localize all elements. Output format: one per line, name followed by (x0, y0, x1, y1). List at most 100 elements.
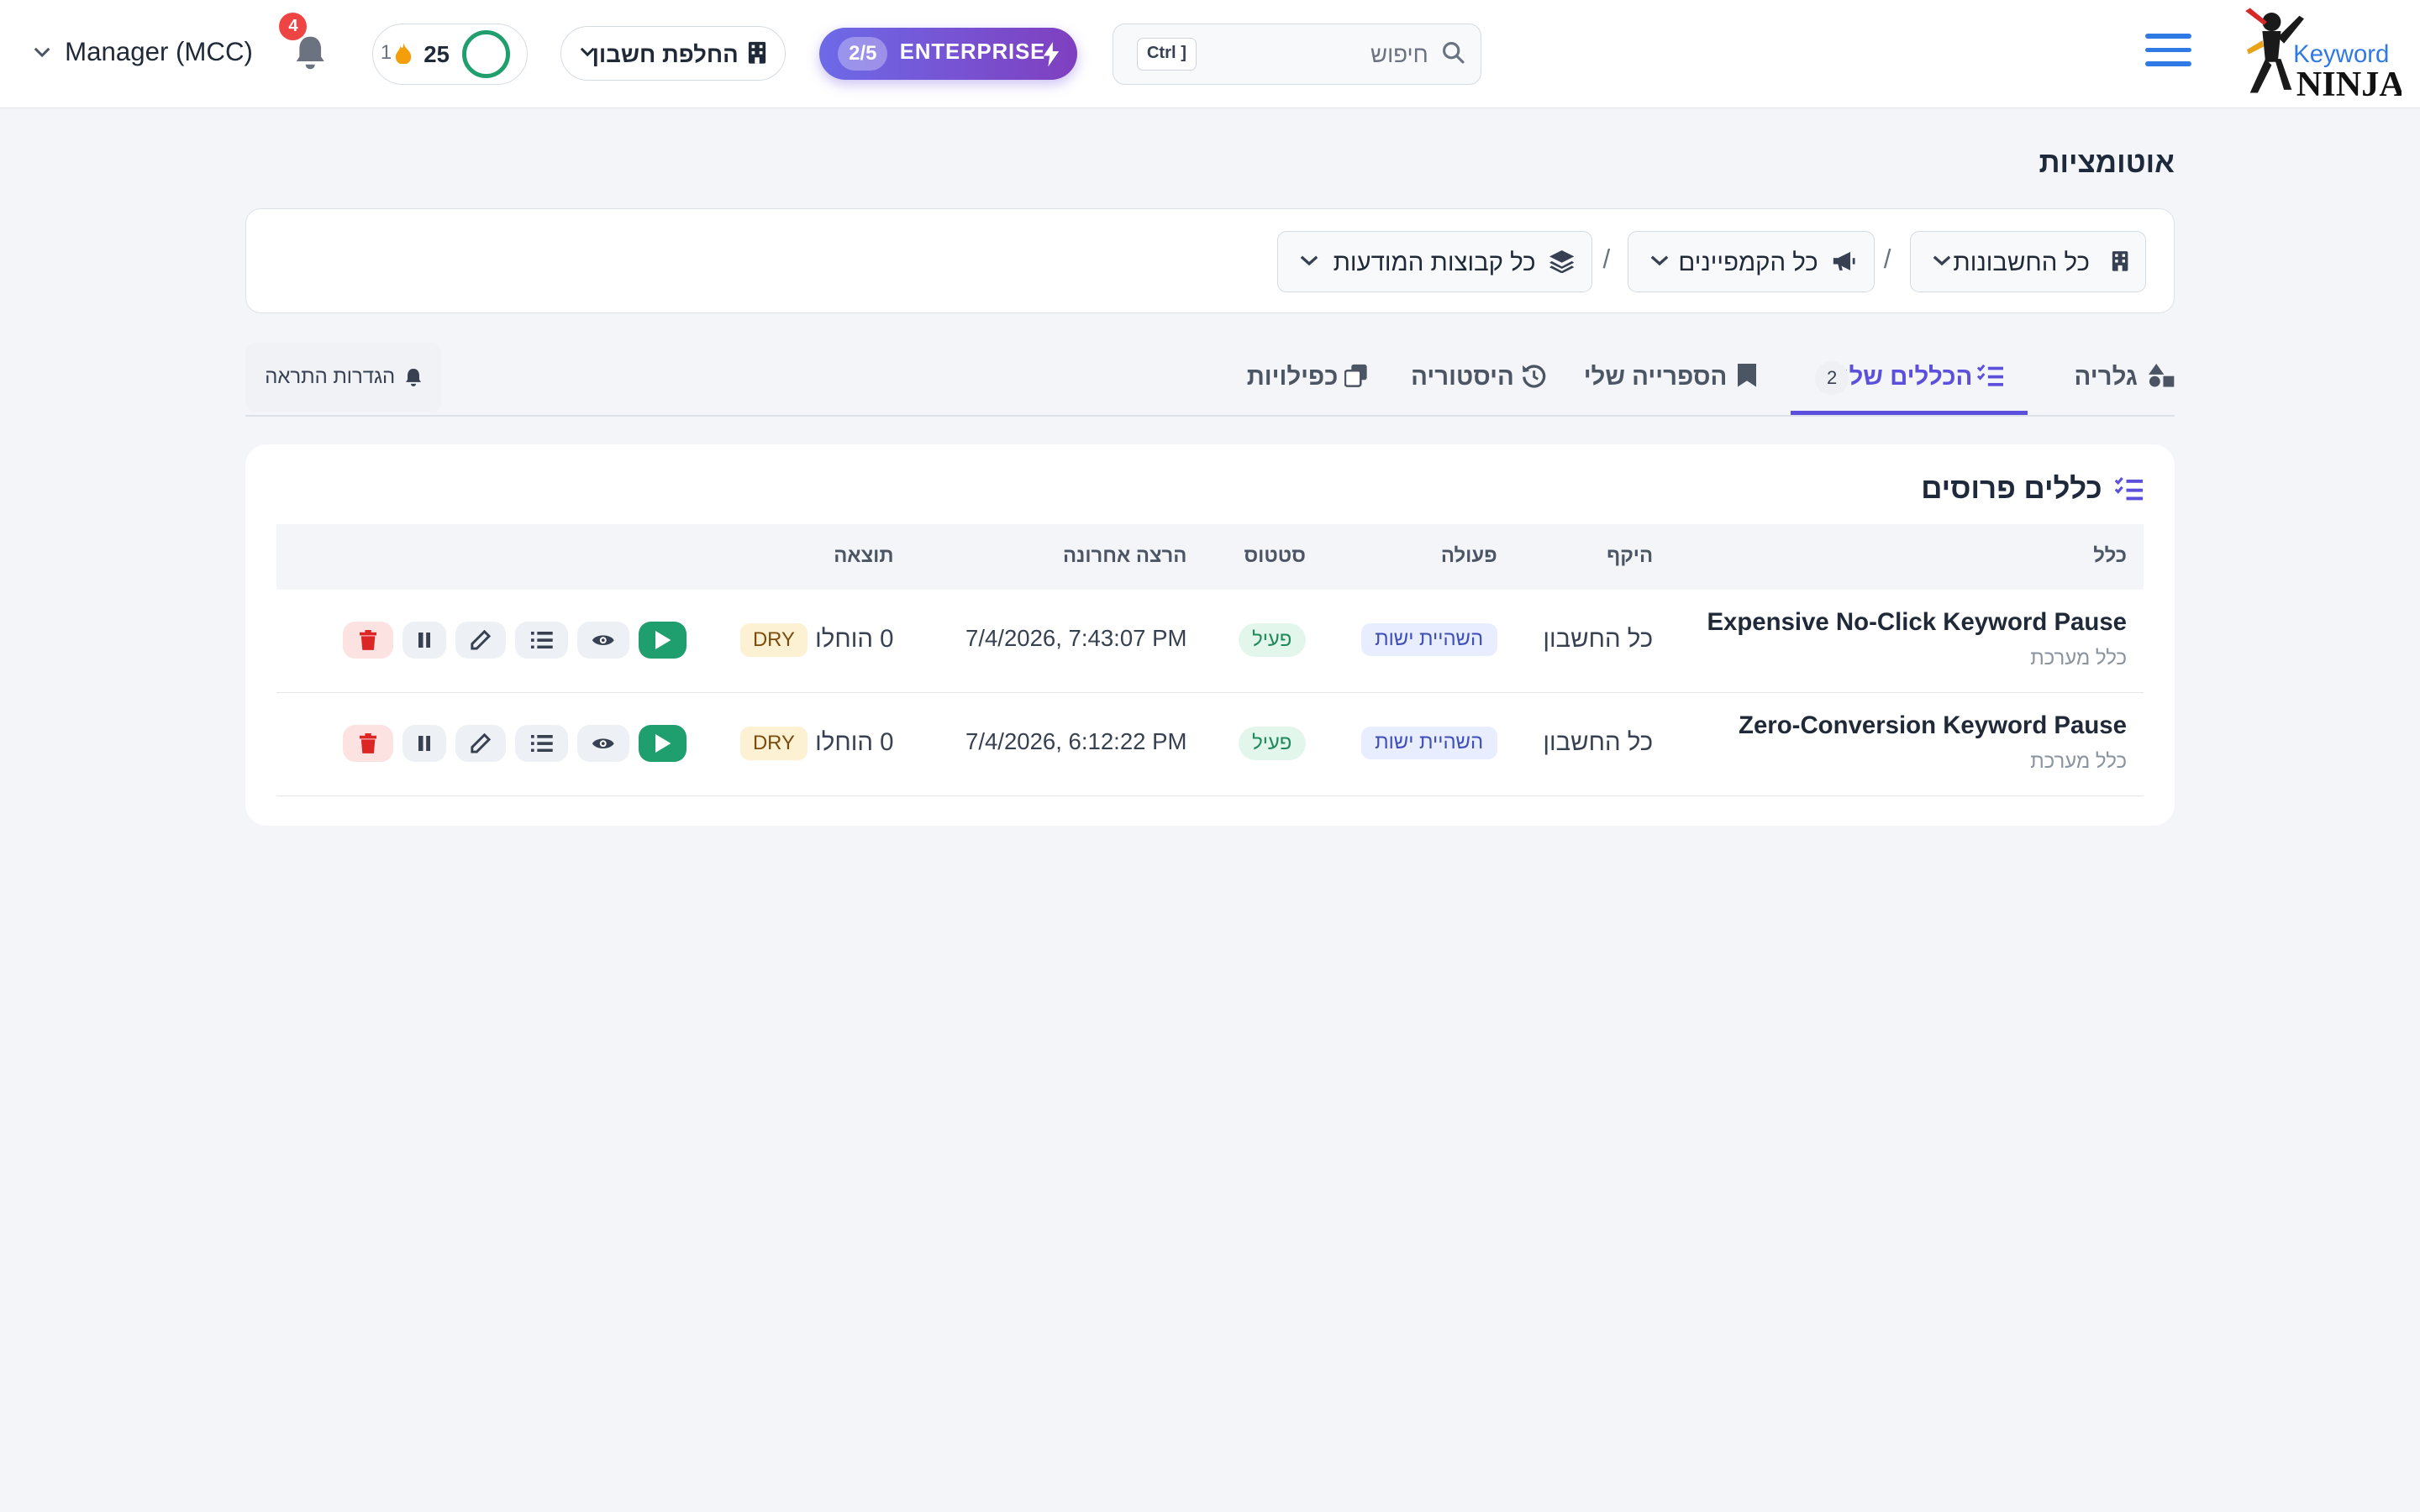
tab-label: היסטוריה (1411, 362, 1514, 391)
ninja-logo-icon: Keyword NINJA (2245, 8, 2406, 104)
rule-log-button[interactable] (515, 622, 568, 659)
bell-icon (406, 369, 422, 387)
rule-scope: כל החשבון (1543, 727, 1654, 756)
megaphone-icon (1833, 251, 1855, 270)
pencil-icon (471, 630, 492, 650)
streak-points: 25 (424, 40, 450, 67)
bookmark-icon (1738, 364, 1757, 387)
flame-icon (396, 42, 412, 65)
ad-groups-dropdown[interactable]: כל קבוצות המודעות (1276, 230, 1592, 293)
menu-toggle-button[interactable] (2141, 28, 2196, 80)
column-header-rule: כלל (2093, 544, 2127, 568)
column-header-scope: היקף (1607, 544, 1654, 568)
tab-label: הספרייה שלי (1583, 362, 1728, 391)
tab-label: כפילויות (1246, 362, 1339, 391)
play-icon (655, 734, 671, 753)
chevron-down-icon (1933, 255, 1951, 266)
dry-run-badge: DRY (740, 623, 808, 658)
trash-icon (359, 733, 377, 754)
column-header-action: פעולה (1440, 544, 1497, 568)
delete-rule-button[interactable] (342, 725, 394, 763)
list-icon (530, 735, 553, 753)
pause-rule-button[interactable] (402, 725, 446, 763)
accounts-dropdown[interactable]: כל החשבונות (1910, 230, 2147, 293)
rule-name[interactable]: Zero-Conversion Keyword Pause (1739, 711, 2127, 740)
preview-rule-button[interactable] (576, 622, 630, 659)
chevron-down-icon (580, 47, 595, 57)
card-title: כללים פרוסים (1921, 472, 2144, 506)
tab-label: גלריה (2074, 362, 2138, 391)
plan-badge[interactable]: 2/5 ENTERPRISE (819, 28, 1078, 81)
eye-icon (592, 738, 615, 749)
dry-run-badge: DRY (740, 727, 808, 761)
card-title-text: כללים פרוסים (1921, 472, 2102, 506)
pause-rule-button[interactable] (402, 622, 446, 659)
tab-gallery[interactable]: גלריה (2048, 345, 2175, 415)
rule-status-badge: פעיל (1238, 727, 1306, 761)
alert-settings-button[interactable]: הגדרות התראה (245, 342, 442, 412)
list-icon (530, 632, 553, 649)
delete-rule-button[interactable] (342, 622, 394, 659)
campaigns-dropdown[interactable]: כל הקמפיינים (1627, 230, 1875, 293)
rule-name[interactable]: Expensive No-Click Keyword Pause (1707, 608, 2127, 637)
shapes-icon (2148, 364, 2175, 387)
campaigns-dropdown-label: כל הקמפיינים (1678, 248, 1818, 276)
filter-separator: / (1883, 244, 1891, 275)
list-check-icon (2114, 477, 2144, 501)
switch-account-button[interactable]: החלפת חשבון (560, 26, 786, 81)
run-rule-button[interactable] (639, 725, 687, 763)
copy-icon (1344, 365, 1367, 387)
rule-type: כלל מערכת (2030, 749, 2127, 773)
search-icon (1443, 41, 1465, 64)
chevron-down-icon (34, 47, 50, 58)
table-row: Expensive No-Click Keyword Pause כלל מער… (276, 590, 2144, 693)
edit-rule-button[interactable] (455, 725, 507, 763)
tab-duplicates[interactable]: כפילויות (1247, 345, 1367, 415)
pause-icon (418, 633, 431, 648)
building-icon (2112, 250, 2128, 271)
filter-separator: / (1602, 244, 1611, 275)
pause-icon (418, 736, 431, 752)
plan-label: ENTERPRISE (899, 39, 1046, 64)
rule-scope: כל החשבון (1543, 624, 1654, 653)
top-header: Keyword NINJA חיפוש Ctrl ] 2/5 ENTERPRIS… (0, 0, 2420, 108)
page-title: אוטומציות (2039, 146, 2175, 180)
accounts-dropdown-label: כל החשבונות (1953, 248, 2090, 276)
column-header-status: סטטוס (1244, 544, 1306, 568)
list-check-icon (1976, 365, 2004, 387)
pencil-icon (471, 733, 492, 753)
table-header: כלל היקף פעולה סטטוס הרצה אחרונה תוצאה (276, 524, 2144, 590)
switch-account-label: החלפת חשבון (592, 40, 739, 67)
trash-icon (359, 630, 377, 651)
chevron-down-icon (1300, 255, 1318, 266)
tab-my-library[interactable]: הספרייה שלי (1584, 345, 1757, 415)
alert-settings-label: הגדרות התראה (265, 365, 396, 389)
search-shortcut: Ctrl ] (1136, 38, 1197, 71)
edit-rule-button[interactable] (455, 622, 507, 659)
tab-history[interactable]: היסטוריה (1411, 345, 1546, 415)
rule-action-badge: השהיית ישות (1360, 727, 1497, 759)
logo[interactable]: Keyword NINJA (2238, 3, 2406, 104)
account-menu[interactable]: Manager (MCC) (34, 34, 253, 71)
rule-log-button[interactable] (515, 725, 568, 763)
streak-widget[interactable]: 1 25 (371, 23, 529, 86)
search-placeholder: חיפוש (1370, 40, 1428, 67)
table-row: Zero-Conversion Keyword Pause כלל מערכת … (276, 693, 2144, 796)
app-root: Keyword NINJA חיפוש Ctrl ] 2/5 ENTERPRIS… (0, 0, 2420, 1512)
column-header-result: תוצאה (834, 544, 894, 568)
rule-type: כלל מערכת (2030, 646, 2127, 669)
tab-my-rules[interactable]: הכללים שלי 2 (1790, 345, 2028, 416)
streak-secondary: 1 (380, 40, 392, 64)
bell-icon[interactable] (293, 34, 327, 71)
building-icon (748, 41, 765, 64)
plan-usage-count: 2/5 (838, 37, 888, 71)
ad-groups-dropdown-label: כל קבוצות המודעות (1333, 248, 1536, 276)
notifications-badge: 4 (279, 12, 308, 40)
search-box[interactable]: חיפוש Ctrl ] (1113, 23, 1482, 86)
run-rule-button[interactable] (639, 622, 687, 659)
rule-action-badge: השהיית ישות (1360, 623, 1497, 656)
tab-label: הכללים שלי (1841, 362, 1973, 391)
tabs-divider (245, 415, 2175, 417)
preview-rule-button[interactable] (576, 725, 630, 763)
history-icon (1522, 365, 1546, 388)
